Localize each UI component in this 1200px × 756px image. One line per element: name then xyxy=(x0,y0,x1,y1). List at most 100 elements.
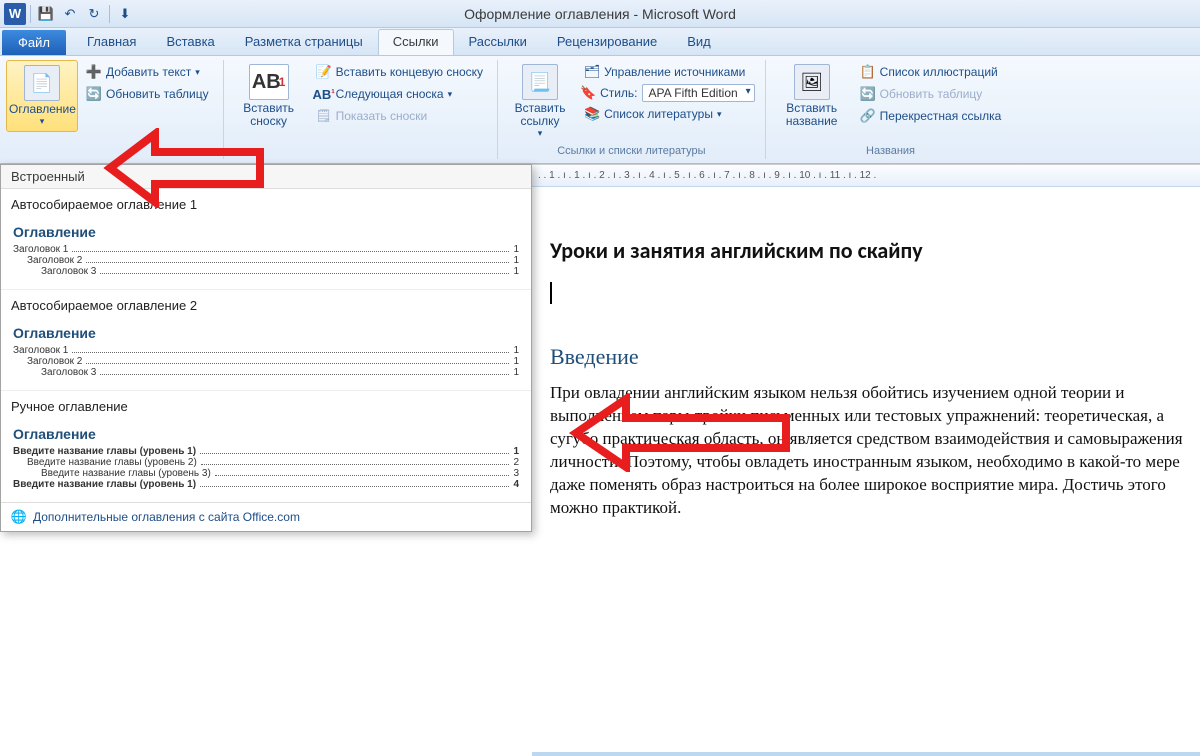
heading-2: Введение xyxy=(550,344,1200,370)
add-text-icon: ➕ xyxy=(86,64,102,80)
gallery-item-title: Автособираемое оглавление 1 xyxy=(11,197,521,212)
page-title: Уроки и занятия английским по скайпу xyxy=(550,237,1200,264)
update-table-button[interactable]: 🔄 Обновить таблицу xyxy=(82,84,213,104)
gallery-item-auto2[interactable]: Автособираемое оглавление 2 Оглавление З… xyxy=(1,289,531,390)
chevron-down-icon: ▾ xyxy=(506,128,574,139)
ribbon: 📄 Оглавление ▾ ➕ Добавить текст ▾ 🔄 Обно… xyxy=(0,56,1200,164)
add-text-label: Добавить текст xyxy=(106,65,191,79)
tab-file[interactable]: Файл xyxy=(2,30,66,55)
tab-page-layout[interactable]: Разметка страницы xyxy=(230,29,378,55)
insert-footnote-label: Вставить сноску xyxy=(232,102,306,128)
gallery-preview: Оглавление Заголовок 11 Заголовок 21 Заг… xyxy=(11,321,521,380)
cross-reference-button[interactable]: 🔗 Перекрестная ссылка xyxy=(856,106,1006,126)
caption-icon: 🖼 xyxy=(794,64,830,100)
group-footnotes: AB1 Вставить сноску 📝 Вставить концевую … xyxy=(224,60,498,159)
figures-list-label: Список иллюстраций xyxy=(880,65,998,79)
save-button[interactable]: 💾 xyxy=(35,3,57,25)
next-footnote-label: Следующая сноска xyxy=(336,87,444,101)
insert-caption-button[interactable]: 🖼 Вставить название xyxy=(772,60,852,132)
redo-button[interactable]: ↻ xyxy=(83,3,105,25)
bibliography-button[interactable]: 📚 Список литературы ▾ xyxy=(580,104,755,124)
refresh-icon: 🔄 xyxy=(86,86,102,102)
toc-button[interactable]: 📄 Оглавление ▾ xyxy=(6,60,78,132)
document-area: . . 1 . ı . 1 . ı . 2 . ı . 3 . ı . 4 . … xyxy=(532,164,1200,756)
quick-access-toolbar: W 💾 ↶ ↻ ⬇ xyxy=(0,3,136,25)
style-icon: 🔖 xyxy=(580,85,596,101)
tab-review[interactable]: Рецензирование xyxy=(542,29,672,55)
show-notes-icon: 🗒 xyxy=(316,108,332,124)
gallery-more-online[interactable]: 🌐 Дополнительные оглавления с сайта Offi… xyxy=(1,502,531,531)
update-figures-button: 🔄 Обновить таблицу xyxy=(856,84,1006,104)
gallery-item-manual[interactable]: Ручное оглавление Оглавление Введите наз… xyxy=(1,390,531,502)
style-label: Стиль: xyxy=(600,86,637,100)
tab-references[interactable]: Ссылки xyxy=(378,29,454,55)
manage-sources-button[interactable]: 🗂 Управление источниками xyxy=(580,62,755,82)
divider xyxy=(109,5,110,23)
bibliography-label: Список литературы xyxy=(604,107,713,121)
gallery-item-title: Автособираемое оглавление 2 xyxy=(11,298,521,313)
next-footnote-icon: AB¹ xyxy=(316,86,332,102)
word-icon: W xyxy=(4,3,26,25)
insert-citation-button[interactable]: 📃 Вставить ссылку ▾ xyxy=(504,60,576,143)
tab-insert[interactable]: Вставка xyxy=(151,29,229,55)
gallery-more-label: Дополнительные оглавления с сайта Office… xyxy=(33,510,300,524)
show-notes-button: 🗒 Показать сноски xyxy=(312,106,487,126)
tab-view[interactable]: Вид xyxy=(672,29,726,55)
insert-endnote-button[interactable]: 📝 Вставить концевую сноску xyxy=(312,62,487,82)
insert-caption-label: Вставить название xyxy=(774,102,850,128)
cross-reference-label: Перекрестная ссылка xyxy=(880,109,1002,123)
gallery-preview: Оглавление Введите название главы (урове… xyxy=(11,422,521,492)
crossref-icon: 🔗 xyxy=(860,108,876,124)
preview-heading: Оглавление xyxy=(13,325,519,341)
figures-list-icon: 📋 xyxy=(860,64,876,80)
preview-heading: Оглавление xyxy=(13,426,519,442)
gallery-category-builtin: Встроенный xyxy=(1,165,531,189)
group-table-of-contents: 📄 Оглавление ▾ ➕ Добавить текст ▾ 🔄 Обно… xyxy=(0,60,224,159)
horizontal-ruler[interactable]: . . 1 . ı . 1 . ı . 2 . ı . 3 . ı . 4 . … xyxy=(532,165,1200,187)
chevron-down-icon: ▾ xyxy=(448,89,453,100)
bibliography-icon: 📚 xyxy=(584,106,600,122)
table-of-figures-button[interactable]: 📋 Список иллюстраций xyxy=(856,62,1006,82)
insert-endnote-label: Вставить концевую сноску xyxy=(336,65,483,79)
chevron-down-icon: ▾ xyxy=(195,67,200,78)
ribbon-tabs: Файл Главная Вставка Разметка страницы С… xyxy=(0,28,1200,56)
endnote-icon: 📝 xyxy=(316,64,332,80)
show-notes-label: Показать сноски xyxy=(336,109,428,123)
text-cursor xyxy=(550,282,552,304)
chevron-down-icon: ▾ xyxy=(9,116,75,127)
tab-mailings[interactable]: Рассылки xyxy=(454,29,542,55)
manage-sources-icon: 🗂 xyxy=(584,64,600,80)
gallery-preview: Оглавление Заголовок 11 Заголовок 21 Заг… xyxy=(11,220,521,279)
group-label-citations: Ссылки и списки литературы xyxy=(504,145,759,157)
gallery-item-title: Ручное оглавление xyxy=(11,399,521,414)
citation-icon: 📃 xyxy=(522,64,558,100)
toc-gallery-dropdown: Встроенный Автособираемое оглавление 1 О… xyxy=(0,164,532,532)
citation-style-combo[interactable]: APA Fifth Edition xyxy=(642,84,755,102)
group-label xyxy=(230,145,491,157)
preview-heading: Оглавление xyxy=(13,224,519,240)
title-bar: W 💾 ↶ ↻ ⬇ Оформление оглавления - Micros… xyxy=(0,0,1200,28)
footnote-icon: AB1 xyxy=(249,64,289,100)
add-text-button[interactable]: ➕ Добавить текст ▾ xyxy=(82,62,213,82)
manage-sources-label: Управление источниками xyxy=(604,65,745,79)
divider xyxy=(30,5,31,23)
window-title: Оформление оглавления - Microsoft Word xyxy=(0,6,1200,22)
group-label-captions: Названия xyxy=(772,145,1010,157)
group-citations: 📃 Вставить ссылку ▾ 🗂 Управление источни… xyxy=(498,60,766,159)
qat-customize-button[interactable]: ⬇ xyxy=(114,3,136,25)
toc-icon: 📄 xyxy=(24,65,60,101)
citation-style-row: 🔖 Стиль: APA Fifth Edition xyxy=(580,84,755,102)
undo-button[interactable]: ↶ xyxy=(59,3,81,25)
insert-footnote-button[interactable]: AB1 Вставить сноску xyxy=(230,60,308,132)
gallery-item-auto1[interactable]: Автособираемое оглавление 1 Оглавление З… xyxy=(1,189,531,289)
office-icon: 🌐 xyxy=(11,509,27,525)
group-label xyxy=(6,145,217,157)
cursor-line xyxy=(550,282,1200,304)
chevron-down-icon: ▾ xyxy=(717,109,722,120)
document-page[interactable]: Уроки и занятия английским по скайпу Вве… xyxy=(532,187,1200,540)
update-figures-label: Обновить таблицу xyxy=(880,87,983,101)
tab-home[interactable]: Главная xyxy=(72,29,151,55)
update-table-label: Обновить таблицу xyxy=(106,87,209,101)
refresh-icon: 🔄 xyxy=(860,86,876,102)
next-footnote-button[interactable]: AB¹ Следующая сноска ▾ xyxy=(312,84,487,104)
